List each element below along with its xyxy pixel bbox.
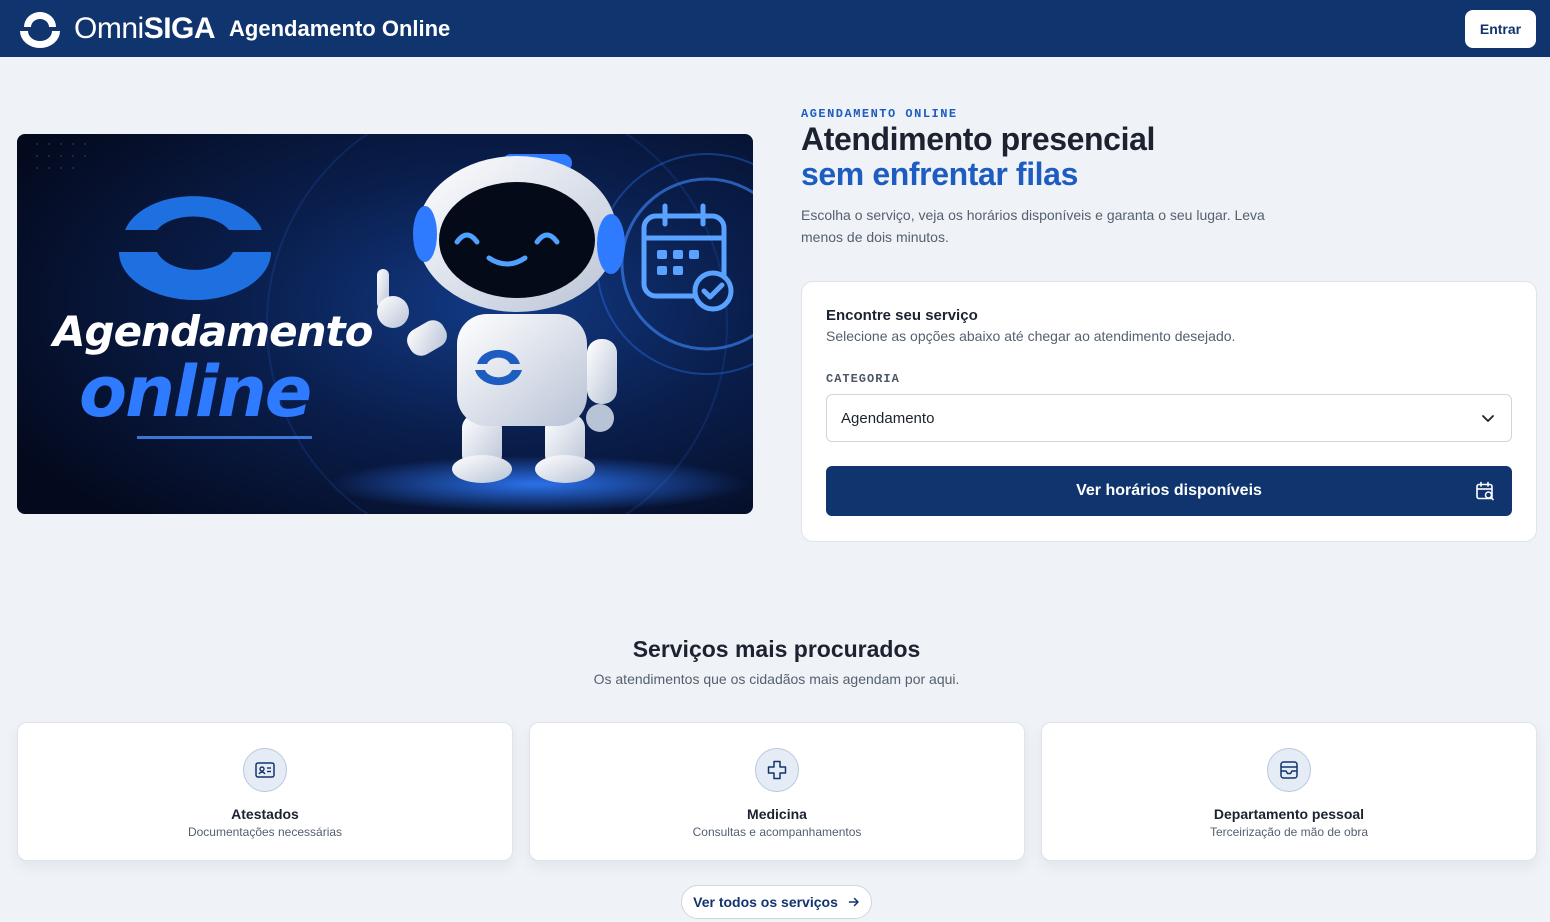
popular-services-title: Serviços mais procurados (632, 636, 921, 662)
banner-title-line1: Agendamento (50, 307, 373, 356)
top-bar: OmniSIGA Agendamento Online Entrar (0, 0, 1550, 57)
id-card-icon (243, 748, 287, 792)
category-select-value: Agendamento (841, 409, 935, 427)
service-card-title: Medicina (747, 806, 807, 822)
service-card-departamento-pessoal[interactable]: Departamento pessoal Terceirização de mã… (1041, 722, 1537, 861)
hero-eyebrow: AGENDAMENTO ONLINE (801, 107, 958, 121)
hero-banner-image: Agendamento online (17, 134, 753, 514)
hero-headline: Atendimento presencial (801, 121, 1155, 157)
finder-title: Encontre seu serviço (826, 307, 978, 324)
service-card-atestados[interactable]: Atestados Documentações necessárias (17, 722, 513, 861)
view-available-times-label: Ver horários disponíveis (1076, 482, 1262, 499)
view-all-services-button[interactable]: Ver todos os serviços (681, 885, 872, 919)
hero-description: Escolha o serviço, veja os horários disp… (801, 207, 1265, 245)
calendar-search-icon (1476, 481, 1494, 501)
omnisiga-logo-icon (20, 11, 60, 48)
medical-cross-icon (755, 748, 799, 792)
service-card-subtitle: Documentações necessárias (187, 825, 343, 839)
hero-text: AGENDAMENTO ONLINE Atendimento presencia… (801, 107, 1321, 248)
inbox-icon (1267, 748, 1311, 792)
service-card-subtitle: Terceirização de mão de obra (1209, 825, 1369, 839)
brand-name: OmniSIGA (74, 11, 216, 46)
view-available-times-button[interactable]: Ver horários disponíveis (826, 466, 1512, 516)
service-finder-card: Encontre seu serviço Selecione as opções… (801, 281, 1537, 542)
chevron-down-icon (1482, 415, 1494, 422)
view-all-services-label: Ver todos os serviços (693, 894, 838, 910)
category-select[interactable]: Agendamento (826, 394, 1512, 442)
hero-banner-graphic: Agendamento online (17, 134, 753, 514)
category-label: CATEGORIA (826, 372, 900, 386)
finder-subtitle: Selecione as opções abaixo até chegar ao… (826, 328, 1236, 344)
omnisiga-logo[interactable]: OmniSIGA (16, 9, 216, 49)
brand-name-bold: SIGA (143, 11, 216, 45)
popular-services-subtitle: Os atendimentos que os cidadãos mais age… (593, 671, 960, 687)
service-card-medicina[interactable]: Medicina Consultas e acompanhamentos (529, 722, 1025, 861)
service-card-title: Atestados (231, 806, 299, 822)
service-card-title: Departamento pessoal (1213, 806, 1365, 822)
service-card-subtitle: Consultas e acompanhamentos (692, 825, 862, 839)
brand-name-thin: Omni (74, 11, 144, 45)
arrow-right-icon (848, 897, 859, 907)
hero-headline-accent: sem enfrentar filas (801, 156, 1078, 192)
banner-title-line2: online (79, 351, 310, 433)
login-button[interactable]: Entrar (1465, 9, 1536, 48)
app-title: Agendamento Online (229, 15, 451, 41)
